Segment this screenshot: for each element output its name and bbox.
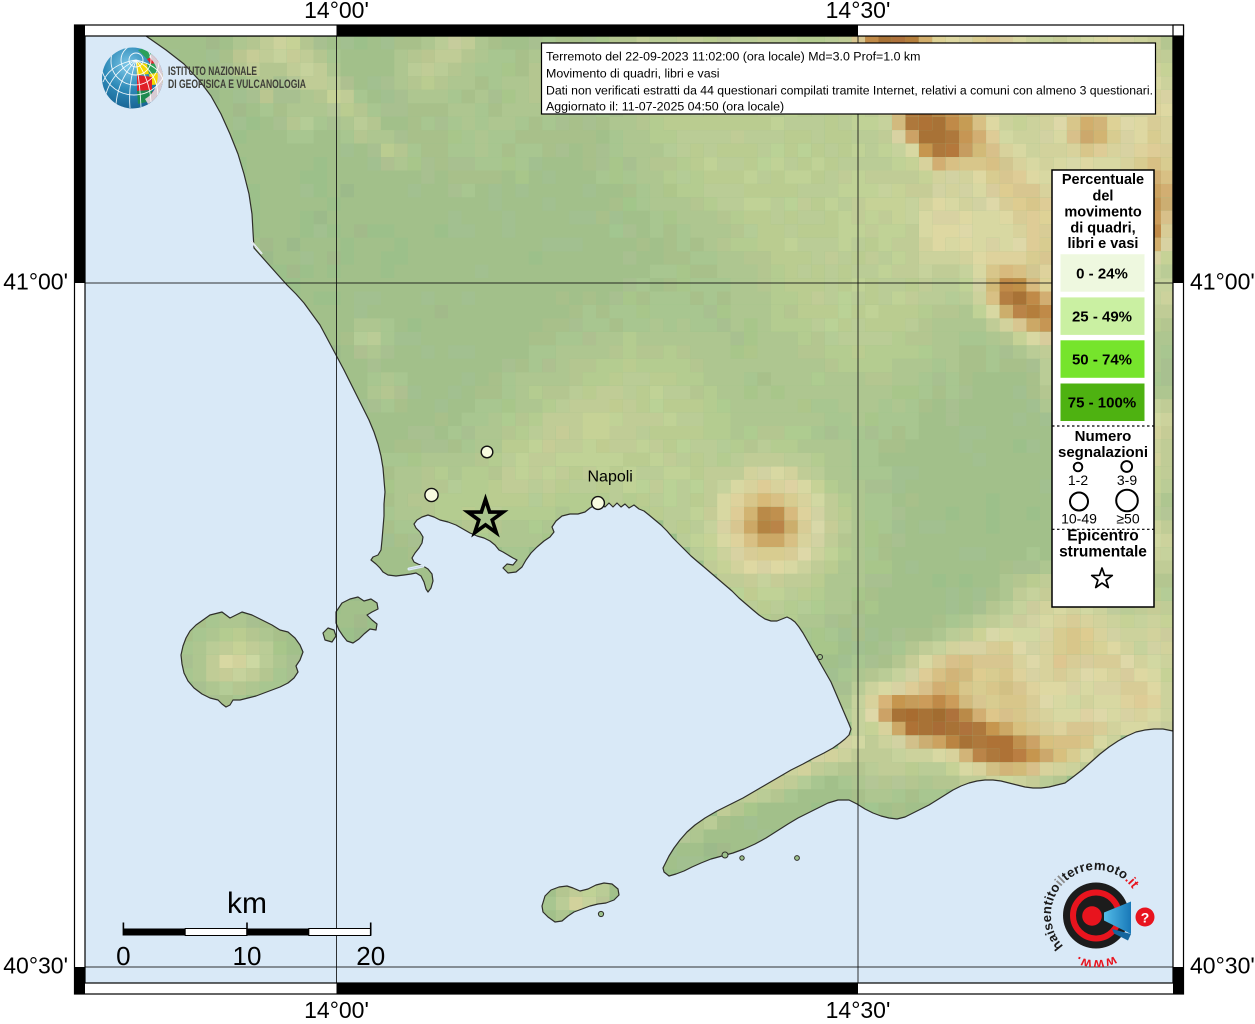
svg-text:14°30': 14°30' bbox=[826, 997, 891, 1023]
svg-text:25 - 49%: 25 - 49% bbox=[1072, 309, 1132, 326]
svg-text:14°00': 14°00' bbox=[304, 0, 369, 23]
svg-text:libri e vasi: libri e vasi bbox=[1068, 236, 1139, 252]
svg-text:strumentale: strumentale bbox=[1059, 544, 1147, 561]
svg-text:1-2: 1-2 bbox=[1068, 472, 1088, 488]
svg-text:segnalazioni: segnalazioni bbox=[1058, 444, 1148, 461]
svg-text:10: 10 bbox=[233, 941, 262, 971]
svg-text:Terremoto del 22-09-2023 11:02: Terremoto del 22-09-2023 11:02:00 (ora l… bbox=[546, 50, 920, 64]
svg-text:40°30': 40°30' bbox=[1190, 953, 1255, 979]
svg-text:km: km bbox=[227, 887, 267, 920]
svg-text:Aggiornato il: 11-07-2025 04:5: Aggiornato il: 11-07-2025 04:50 (ora loc… bbox=[546, 100, 784, 114]
svg-text:75 - 100%: 75 - 100% bbox=[1068, 395, 1136, 412]
svg-text:Napoli: Napoli bbox=[588, 469, 633, 486]
svg-text:41°00': 41°00' bbox=[3, 269, 68, 295]
svg-text:di quadri,: di quadri, bbox=[1070, 220, 1135, 236]
svg-text:Epicentro: Epicentro bbox=[1067, 528, 1138, 545]
svg-text:50 - 74%: 50 - 74% bbox=[1072, 352, 1132, 369]
svg-text:Numero: Numero bbox=[1075, 428, 1132, 445]
svg-text:14°00': 14°00' bbox=[304, 997, 369, 1023]
svg-text:del: del bbox=[1093, 189, 1114, 205]
svg-text:?: ? bbox=[1141, 910, 1150, 926]
svg-text:≥50: ≥50 bbox=[1116, 511, 1139, 527]
svg-text:40°30': 40°30' bbox=[3, 953, 68, 979]
svg-text:ISTITUTO NAZIONALE: ISTITUTO NAZIONALE bbox=[168, 66, 257, 78]
svg-text:3-9: 3-9 bbox=[1117, 472, 1137, 488]
svg-text:DI GEOFISICA E VULCANOLOGIA: DI GEOFISICA E VULCANOLOGIA bbox=[168, 79, 306, 91]
svg-text:Percentuale: Percentuale bbox=[1062, 172, 1144, 188]
svg-text:0: 0 bbox=[116, 941, 130, 971]
svg-text:movimento: movimento bbox=[1064, 205, 1141, 221]
svg-text:Dati non verificati estratti d: Dati non verificati estratti da 44 quest… bbox=[546, 84, 1153, 98]
svg-text:41°00': 41°00' bbox=[1190, 269, 1255, 295]
svg-text:Movimento di quadri, libri e v: Movimento di quadri, libri e vasi bbox=[546, 67, 720, 81]
svg-text:14°30': 14°30' bbox=[826, 0, 891, 23]
svg-text:20: 20 bbox=[356, 941, 385, 971]
svg-text:0 - 24%: 0 - 24% bbox=[1076, 266, 1128, 283]
svg-text:10-49: 10-49 bbox=[1061, 511, 1097, 527]
